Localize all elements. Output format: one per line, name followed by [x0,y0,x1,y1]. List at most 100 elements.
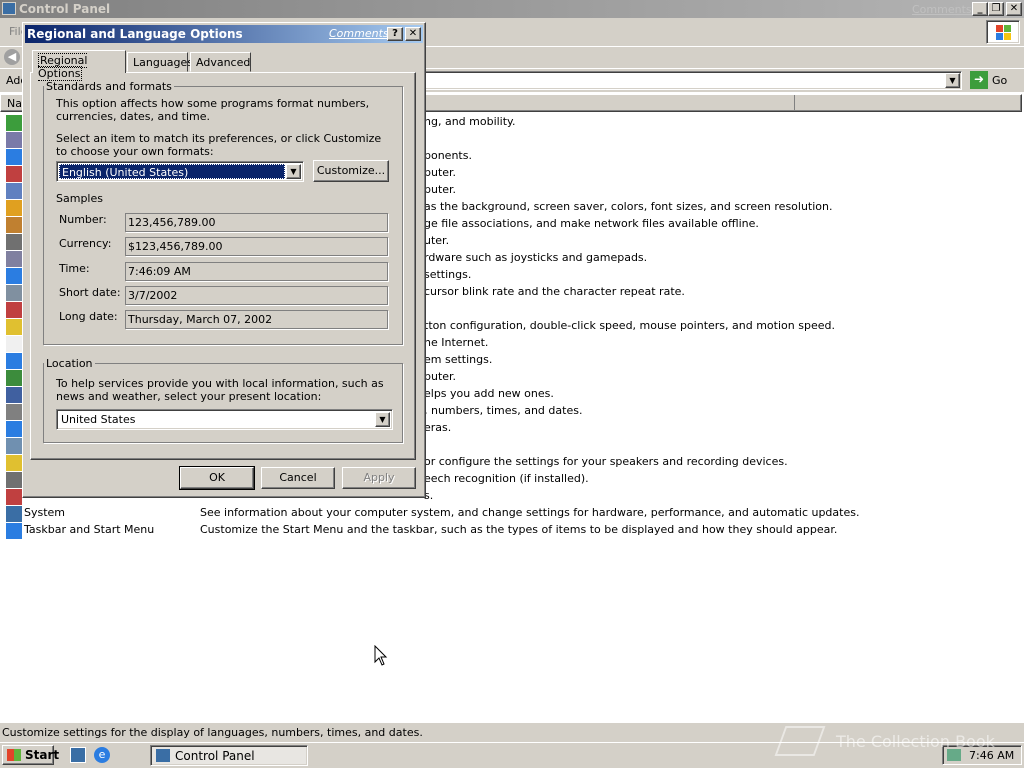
windows-logo [986,20,1020,44]
dialog-close-button[interactable]: ✕ [405,27,421,41]
currency-sample-field: $123,456,789.00 [125,237,388,256]
mouse-cursor-icon [374,645,388,666]
item-description: ponents. [424,149,472,162]
location-legend: Location [46,357,93,370]
task-label: Control Panel [175,749,255,763]
number-sample-field: 123,456,789.00 [125,213,388,232]
apply-button[interactable]: Apply [342,467,416,489]
item-icon[interactable] [6,115,22,131]
standards-intro-text: This option affects how some programs fo… [56,97,370,123]
item-icon[interactable] [6,523,22,539]
item-icon[interactable] [6,353,22,369]
item-description: eras. [424,421,452,434]
comments-link[interactable]: Comments? [912,3,977,16]
item-icon[interactable] [6,472,22,488]
item-description: See information about your computer syst… [200,506,860,519]
item-icon[interactable] [6,149,22,165]
item-icon[interactable] [6,404,22,420]
item-description: or configure the settings for your speak… [424,455,788,468]
item-description: em settings. [424,353,493,366]
column-header-name[interactable]: Name [7,97,21,110]
close-button[interactable]: ✕ [1006,2,1022,16]
tab-label: Advanced [196,56,251,69]
dialog-titlebar[interactable]: Regional and Language Options Comments? … [25,25,423,43]
item-description: settings. [424,268,472,281]
go-label: Go [992,74,1008,87]
column-header-comments[interactable] [425,95,795,111]
item-description: Customize the Start Menu and the taskbar… [200,523,838,536]
item-icon[interactable] [6,183,22,199]
item-icon[interactable] [6,438,22,454]
locale-select[interactable]: English (United States) ▼ [56,161,304,182]
item-icon[interactable] [6,285,22,301]
short-date-sample-field: 3/7/2002 [125,286,388,305]
help-button[interactable]: ? [387,27,403,41]
item-icon[interactable] [6,421,22,437]
location-value: United States [61,413,136,426]
item-icon[interactable] [6,370,22,386]
select-prompt-text: Select an item to match its preferences,… [56,132,382,158]
item-name[interactable]: Taskbar and Start Menu [24,523,154,536]
chevron-down-icon[interactable]: ▼ [945,73,960,88]
back-icon[interactable]: ◀ [4,49,20,65]
ok-button[interactable]: OK [179,466,255,490]
item-name[interactable]: System [24,506,65,519]
item-description: ge file associations, and make network f… [424,217,759,230]
item-icon[interactable] [6,506,22,522]
item-icon[interactable] [6,234,22,250]
item-description: , numbers, times, and dates. [424,404,583,417]
item-description: ng, and mobility. [424,115,516,128]
watermark: The Collection Book [774,720,1024,762]
customize-button[interactable]: Customize... [313,160,389,182]
time-sample-field: 7:46:09 AM [125,262,388,281]
short-date-label: Short date: [59,286,121,299]
item-description: ne Internet. [424,336,489,349]
item-icon[interactable] [6,217,22,233]
item-icon[interactable] [6,489,22,505]
tab-label: Languages [133,56,194,69]
tab-languages[interactable]: Languages [127,52,193,72]
time-label: Time: [59,262,90,275]
item-icon[interactable] [6,336,22,352]
control-panel-icon [2,2,16,15]
item-icon[interactable] [6,302,22,318]
number-label: Number: [59,213,107,226]
long-date-sample-field: Thursday, March 07, 2002 [125,310,388,329]
start-button[interactable]: Start [2,745,59,765]
item-icon[interactable] [6,319,22,335]
minimize-button[interactable]: _ [972,2,988,16]
location-select[interactable]: United States ▼ [56,409,393,430]
item-icon[interactable] [6,455,22,471]
chevron-down-icon[interactable]: ▼ [375,412,390,427]
start-label: Start [25,748,60,762]
currency-label: Currency: [59,237,112,250]
item-icon[interactable] [6,251,22,267]
item-icon[interactable] [6,166,22,182]
dialog-comments-link[interactable]: Comments? [329,27,394,40]
samples-heading: Samples [56,192,103,205]
watermark-text: The Collection Book [836,732,995,751]
item-description: eech recognition (if installed). [424,472,589,485]
location-text: To help services provide you with local … [56,377,384,403]
go-arrow-icon: ➜ [970,71,988,89]
cancel-button[interactable]: Cancel [261,467,335,489]
address-input[interactable]: ▼ [424,71,962,90]
item-description: cursor blink rate and the character repe… [424,285,685,298]
control-panel-titlebar[interactable]: Control Panel Comments? _ ❐ ✕ [0,0,1024,18]
taskbar-button-control-panel[interactable]: Control Panel [150,745,308,766]
item-icon[interactable] [6,200,22,216]
item-description: as the background, screen saver, colors,… [424,200,833,213]
item-icon[interactable] [6,387,22,403]
standards-legend: Standards and formats [46,80,172,93]
restore-button[interactable]: ❐ [988,2,1004,16]
quicklaunch-ie-icon[interactable]: e [94,747,110,763]
item-description: elps you add new ones. [424,387,554,400]
go-button[interactable]: ➜ Go [968,70,1018,90]
quicklaunch-desktop-icon[interactable] [70,747,86,763]
tab-advanced[interactable]: Advanced [190,52,251,72]
chevron-down-icon[interactable]: ▼ [286,164,301,179]
item-icon[interactable] [6,132,22,148]
item-description: puter. [424,183,457,196]
item-icon[interactable] [6,268,22,284]
tab-regional-options[interactable]: Regional Options [32,50,126,81]
